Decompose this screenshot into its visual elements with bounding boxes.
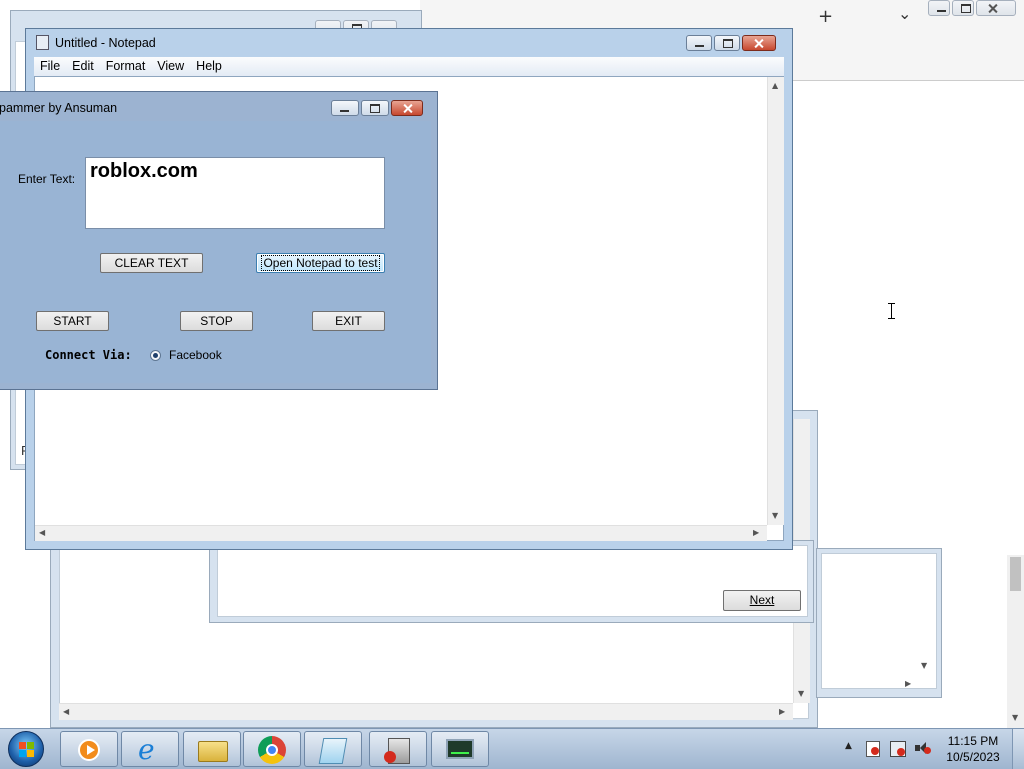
start-label: START <box>53 314 92 328</box>
action-center-icon[interactable] <box>866 741 880 757</box>
spammer-caption-buttons <box>331 100 423 116</box>
desktop: { "browser": { "new_tab_glyph": "+", "ta… <box>0 0 1024 769</box>
system-clock[interactable]: 11:15 PM 10/5/2023 <box>940 734 1006 764</box>
volume-muted-icon[interactable] <box>915 741 931 755</box>
enter-text-label: Enter Text: <box>18 172 76 186</box>
notepad-scroll-right-icon[interactable]: ▶ <box>753 528 759 538</box>
browser-maximize-button[interactable] <box>952 0 974 16</box>
spam-text-value: roblox.com <box>90 160 198 182</box>
open-notepad-label: Open Notepad to test <box>261 255 380 271</box>
side-scroll-right-icon[interactable]: ▶ <box>905 679 911 689</box>
taskbar: e ▲ 11:15 PM 10/5/2023 <box>0 728 1024 769</box>
notepad-scroll-up-icon[interactable]: ▲ <box>772 81 778 91</box>
spammer-maximize-button[interactable] <box>361 100 389 116</box>
wizard-client <box>217 545 808 617</box>
spammer-title: pammer by Ansuman <box>0 101 118 115</box>
internet-explorer-icon: e <box>138 733 155 766</box>
menu-edit[interactable]: Edit <box>66 57 100 76</box>
background-scroll-down-icon[interactable]: ▼ <box>798 689 804 699</box>
spammer-app-icon <box>384 738 410 764</box>
chrome-icon <box>258 736 286 764</box>
start-button[interactable]: START <box>36 311 109 331</box>
spammer-client: Enter Text: roblox.com CLEAR TEXT Open N… <box>0 121 431 383</box>
taskbar-internet-explorer[interactable]: e <box>121 731 179 767</box>
stop-button[interactable]: STOP <box>180 311 253 331</box>
spammer-minimize-button[interactable] <box>331 100 359 116</box>
file-explorer-icon <box>198 741 228 762</box>
media-player-icon <box>78 739 100 761</box>
notepad-title: Untitled - Notepad <box>55 36 156 50</box>
connect-via-label: Connect Via: <box>45 348 132 362</box>
taskbar-media-player[interactable] <box>60 731 118 767</box>
spammer-close-button[interactable] <box>391 100 423 116</box>
exit-label: EXIT <box>335 314 362 328</box>
notepad-scroll-left-icon[interactable]: ◀ <box>39 528 45 538</box>
browser-minimize-button[interactable] <box>928 0 950 16</box>
spam-text-input[interactable]: roblox.com <box>85 157 385 229</box>
next-button-label: Next <box>749 593 775 607</box>
show-desktop-button[interactable] <box>1012 729 1024 769</box>
start-orb-icon[interactable] <box>8 731 44 767</box>
taskbar-file-explorer[interactable] <box>183 731 241 767</box>
side-scroll-down-icon[interactable]: ▼ <box>921 661 927 671</box>
next-button[interactable]: Next <box>723 590 801 611</box>
background-scroll-left-icon[interactable]: ◀ <box>63 707 69 717</box>
tab-list-icon[interactable]: ⌄ <box>898 4 911 23</box>
wizard-dialog: Next <box>209 540 814 623</box>
taskbar-notepad[interactable] <box>304 731 362 767</box>
background-scroll-right-icon[interactable]: ▶ <box>779 707 785 717</box>
notepad-minimize-button[interactable] <box>686 35 712 51</box>
ibeam-cursor-icon <box>887 303 896 319</box>
notepad-maximize-button[interactable] <box>714 35 740 51</box>
clear-text-button[interactable]: CLEAR TEXT <box>100 253 203 273</box>
menu-help[interactable]: Help <box>190 57 228 76</box>
menu-format[interactable]: Format <box>100 57 152 76</box>
notepad-close-button[interactable] <box>742 35 776 51</box>
browser-scroll-thumb[interactable] <box>1010 557 1021 591</box>
open-notepad-button[interactable]: Open Notepad to test <box>256 253 385 273</box>
side-window-client <box>821 553 937 689</box>
facebook-radio-label[interactable]: Facebook <box>169 348 222 362</box>
notepad-app-icon <box>318 738 348 764</box>
show-hidden-icons-icon[interactable]: ▲ <box>845 741 852 751</box>
menu-file[interactable]: File <box>34 57 66 76</box>
taskbar-chrome[interactable] <box>243 731 301 767</box>
spammer-window: pammer by Ansuman Enter Text: roblox.com… <box>0 91 438 390</box>
browser-caption-buttons <box>928 0 1016 16</box>
browser-scrollbar[interactable]: ▼ <box>1007 555 1024 728</box>
facebook-radio[interactable] <box>150 350 161 361</box>
notepad-caption-buttons <box>686 35 776 51</box>
browser-scroll-down-icon[interactable]: ▼ <box>1012 713 1018 723</box>
browser-content <box>790 80 1024 551</box>
taskbar-spammer[interactable] <box>369 731 427 767</box>
background-hscroll[interactable]: ◀ ▶ <box>59 703 793 720</box>
notepad-hscroll[interactable]: ◀ ▶ <box>35 525 767 541</box>
clock-date: 10/5/2023 <box>946 750 1000 764</box>
notepad-icon <box>36 35 49 50</box>
exit-button[interactable]: EXIT <box>312 311 385 331</box>
stop-label: STOP <box>200 314 233 328</box>
side-window: ▼ ▶ <box>816 548 942 698</box>
notepad-vscroll[interactable]: ▲ ▼ <box>767 77 784 525</box>
new-tab-button[interactable]: + <box>818 6 833 27</box>
clock-time: 11:15 PM <box>947 734 999 748</box>
menu-view[interactable]: View <box>151 57 190 76</box>
notepad-scroll-down-icon[interactable]: ▼ <box>772 511 778 521</box>
notepad-menubar: File Edit Format View Help <box>34 57 784 76</box>
clear-text-label: CLEAR TEXT <box>114 256 189 270</box>
taskbar-task-manager[interactable] <box>431 731 489 767</box>
network-icon[interactable] <box>890 741 906 757</box>
task-manager-icon <box>446 739 474 759</box>
browser-close-button[interactable] <box>976 0 1016 16</box>
